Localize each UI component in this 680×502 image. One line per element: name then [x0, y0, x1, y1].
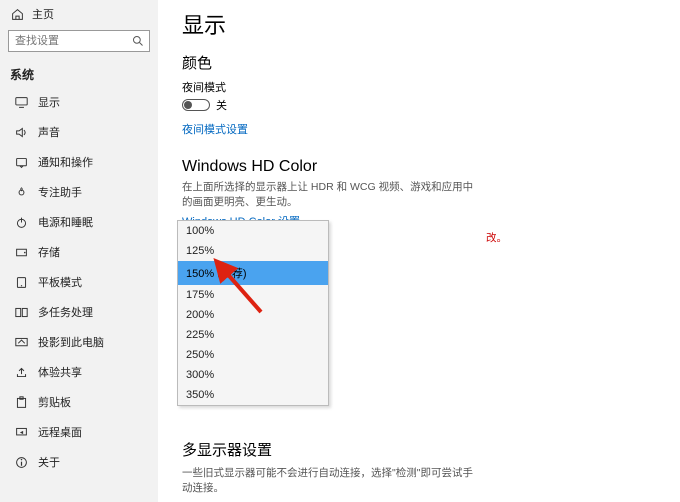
- sidebar-nav: 显示声音通知和操作专注助手电源和睡眠存储平板模式多任务处理投影到此电脑体验共享剪…: [0, 87, 158, 502]
- sidebar-item-display[interactable]: 显示: [0, 87, 158, 117]
- search-input[interactable]: [8, 30, 150, 52]
- tablet-icon: [14, 275, 28, 289]
- sidebar-item-label: 平板模式: [38, 274, 82, 290]
- multi-display-desc: 一些旧式显示器可能不会进行自动连接，选择"检测"即可尝试手动连接。: [182, 466, 482, 495]
- toggle-track: [182, 99, 210, 111]
- sidebar-item-share[interactable]: 体验共享: [0, 357, 158, 387]
- sidebar-item-about[interactable]: 关于: [0, 447, 158, 477]
- sidebar-item-project[interactable]: 投影到此电脑: [0, 327, 158, 357]
- sound-icon: [14, 125, 28, 139]
- night-mode-state: 关: [216, 97, 227, 113]
- sidebar-item-label: 电源和睡眠: [38, 214, 93, 230]
- sidebar-item-label: 声音: [38, 124, 60, 140]
- sidebar-item-sound[interactable]: 声音: [0, 117, 158, 147]
- scale-option[interactable]: 225%: [178, 325, 328, 345]
- sidebar-item-label: 远程桌面: [38, 424, 82, 440]
- sidebar-home[interactable]: 主页: [0, 0, 158, 26]
- sidebar-item-notify[interactable]: 通知和操作: [0, 147, 158, 177]
- display-icon: [14, 95, 28, 109]
- sidebar-item-label: 投影到此电脑: [38, 334, 104, 350]
- focus-icon: [14, 185, 28, 199]
- sidebar-item-label: 多任务处理: [38, 304, 93, 320]
- project-icon: [14, 335, 28, 349]
- sidebar-item-label: 关于: [38, 454, 60, 470]
- night-mode-settings-link[interactable]: 夜间模式设置: [182, 121, 248, 137]
- sidebar-item-power[interactable]: 电源和睡眠: [0, 207, 158, 237]
- share-icon: [14, 365, 28, 379]
- sidebar-item-label: 专注助手: [38, 184, 82, 200]
- scale-option[interactable]: 300%: [178, 365, 328, 385]
- scale-option[interactable]: 100%: [178, 221, 328, 241]
- clipboard-icon: [14, 395, 28, 409]
- sidebar-item-label: 剪贴板: [38, 394, 71, 410]
- night-mode-label: 夜间模式: [182, 79, 656, 95]
- multitask-icon: [14, 305, 28, 319]
- scale-dropdown-list[interactable]: 100%125%150% (推荐)175%200%225%250%300%350…: [177, 220, 329, 406]
- page-title: 显示: [182, 8, 656, 40]
- scale-option[interactable]: 250%: [178, 345, 328, 365]
- search-box[interactable]: [8, 30, 150, 52]
- section-multi-display: 多显示器设置: [182, 439, 656, 460]
- sidebar-item-clipboard[interactable]: 剪贴板: [0, 387, 158, 417]
- scale-option[interactable]: 350%: [178, 385, 328, 405]
- sidebar-item-storage[interactable]: 存储: [0, 237, 158, 267]
- notify-icon: [14, 155, 28, 169]
- sidebar-item-label: 存储: [38, 244, 60, 260]
- sidebar-item-label: 显示: [38, 94, 60, 110]
- sidebar-item-focus[interactable]: 专注助手: [0, 177, 158, 207]
- sidebar-item-label: 通知和操作: [38, 154, 93, 170]
- storage-icon: [14, 245, 28, 259]
- power-icon: [14, 215, 28, 229]
- scale-option[interactable]: 150% (推荐): [178, 261, 328, 285]
- scale-option[interactable]: 200%: [178, 305, 328, 325]
- sidebar-item-remote[interactable]: 远程桌面: [0, 417, 158, 447]
- scale-note-fragment: 改。: [486, 230, 507, 245]
- sidebar-item-multitask[interactable]: 多任务处理: [0, 297, 158, 327]
- hd-color-title: Windows HD Color: [182, 158, 656, 176]
- about-icon: [14, 455, 28, 469]
- night-mode-toggle[interactable]: 关: [182, 97, 656, 113]
- home-icon: [10, 7, 24, 21]
- sidebar-item-label: 体验共享: [38, 364, 82, 380]
- remote-icon: [14, 425, 28, 439]
- sidebar-item-tablet[interactable]: 平板模式: [0, 267, 158, 297]
- search-icon: [131, 34, 145, 48]
- sidebar: 主页 系统 显示声音通知和操作专注助手电源和睡眠存储平板模式多任务处理投影到此电…: [0, 0, 158, 502]
- section-color: 颜色: [182, 52, 656, 73]
- scale-option[interactable]: 125%: [178, 241, 328, 261]
- sidebar-home-label: 主页: [32, 6, 54, 22]
- scale-option[interactable]: 175%: [178, 285, 328, 305]
- hd-color-desc: 在上面所选择的显示器上让 HDR 和 WCG 视频、游戏和应用中的画面更明亮、更…: [182, 180, 482, 209]
- sidebar-group-label: 系统: [0, 56, 158, 87]
